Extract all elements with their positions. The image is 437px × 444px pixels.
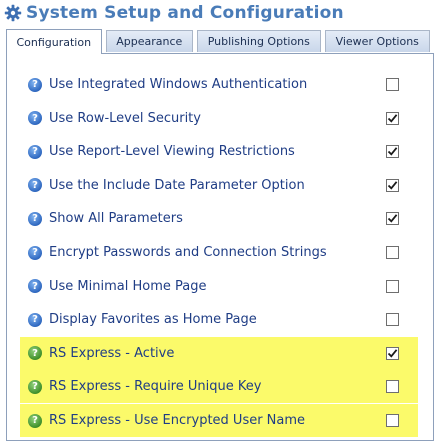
setting-checkbox[interactable] bbox=[386, 414, 399, 427]
help-icon[interactable]: ? bbox=[28, 279, 42, 294]
setting-row: ? Use Report-Level Viewing Restrictions bbox=[20, 135, 418, 168]
help-icon[interactable]: ? bbox=[28, 144, 42, 159]
setting-row: ? RS Express - Active bbox=[20, 336, 418, 370]
page-header: System Setup and Configuration bbox=[4, 0, 434, 26]
setting-label: Show All Parameters bbox=[49, 211, 183, 227]
page-title: System Setup and Configuration bbox=[26, 3, 344, 23]
setting-checkbox[interactable] bbox=[386, 380, 399, 394]
setting-checkbox[interactable] bbox=[386, 111, 399, 125]
tab-publishing-options[interactable]: Publishing Options bbox=[197, 30, 321, 52]
setting-checkbox[interactable] bbox=[386, 178, 399, 192]
checkmark-icon bbox=[387, 349, 398, 358]
setting-checkbox[interactable] bbox=[386, 78, 399, 91]
help-icon[interactable]: ? bbox=[28, 211, 42, 226]
setting-row: ? RS Express - Require Unique Key bbox=[20, 370, 418, 404]
setting-checkbox[interactable] bbox=[386, 246, 399, 259]
tab-bar: Configuration Appearance Publishing Opti… bbox=[6, 29, 434, 54]
setting-label: RS Express - Active bbox=[49, 345, 175, 361]
setting-label: Use Report-Level Viewing Restrictions bbox=[49, 144, 295, 160]
help-icon[interactable]: ? bbox=[28, 111, 42, 126]
help-icon[interactable]: ? bbox=[28, 178, 42, 193]
setting-label: Use Minimal Home Page bbox=[49, 278, 207, 294]
tab-configuration[interactable]: Configuration bbox=[6, 29, 102, 54]
help-icon[interactable]: ? bbox=[28, 77, 42, 92]
setting-checkbox[interactable] bbox=[386, 279, 399, 293]
setting-label: Use Integrated Windows Authentication bbox=[49, 77, 308, 92]
setting-row: ? Use Minimal Home Page bbox=[20, 270, 418, 303]
help-icon[interactable]: ? bbox=[28, 413, 42, 428]
setting-label: Use the Include Date Parameter Option bbox=[49, 177, 305, 193]
checkmark-icon bbox=[387, 181, 398, 190]
setting-checkbox[interactable] bbox=[386, 145, 399, 159]
setting-row: ? Display Favorites as Home Page bbox=[20, 303, 418, 336]
gear-icon bbox=[4, 4, 22, 22]
checkmark-icon bbox=[387, 214, 398, 224]
setting-label: RS Express - Use Encrypted User Name bbox=[49, 413, 306, 428]
setting-row: ? Encrypt Passwords and Connection String… bbox=[20, 236, 418, 269]
setting-row: ? Use Integrated Windows Authentication bbox=[20, 68, 418, 101]
setting-checkbox[interactable] bbox=[386, 346, 399, 360]
help-icon[interactable]: ? bbox=[28, 245, 42, 260]
setting-row: ? RS Express - Use Encrypted User Name bbox=[20, 404, 418, 437]
setting-row: ? Use the Include Date Parameter Option bbox=[20, 169, 418, 202]
setting-checkbox[interactable] bbox=[386, 313, 399, 327]
tab-viewer-options[interactable]: Viewer Options bbox=[324, 30, 430, 52]
setting-row: ? Show All Parameters bbox=[20, 202, 418, 235]
tab-appearance[interactable]: Appearance bbox=[105, 30, 194, 52]
help-icon[interactable]: ? bbox=[28, 346, 42, 361]
setting-label: Use Row-Level Security bbox=[49, 110, 201, 126]
setting-label: Encrypt Passwords and Connection Strings bbox=[49, 245, 327, 260]
help-icon[interactable]: ? bbox=[28, 379, 42, 394]
setting-row: ? Use Row-Level Security bbox=[20, 102, 418, 135]
checkmark-icon bbox=[387, 113, 398, 123]
checkmark-icon bbox=[387, 147, 398, 156]
setting-label: RS Express - Require Unique Key bbox=[49, 379, 262, 395]
help-icon[interactable]: ? bbox=[28, 312, 42, 327]
setting-label: Display Favorites as Home Page bbox=[49, 312, 257, 328]
setting-checkbox[interactable] bbox=[386, 212, 399, 226]
